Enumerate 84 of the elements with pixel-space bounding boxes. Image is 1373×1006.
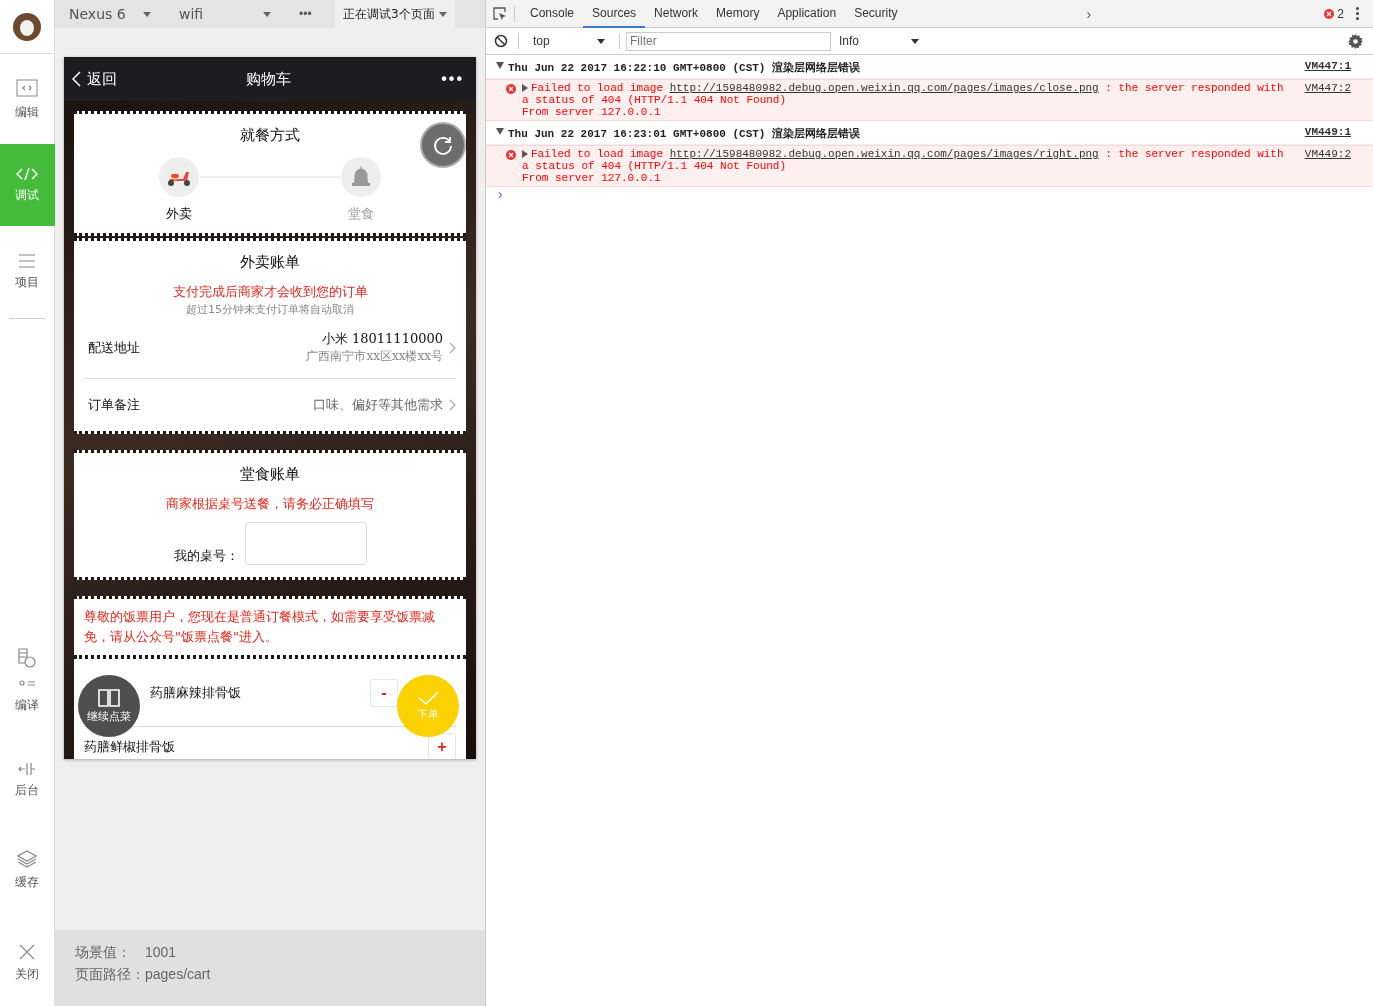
error-icon	[506, 150, 516, 160]
notice-text: 商家根据桌号送餐，请务必正确填写	[166, 495, 374, 513]
avatar[interactable]	[13, 12, 41, 41]
sidebar-item[interactable]: 后台	[0, 740, 55, 820]
collapsed-triangle-icon[interactable]	[522, 84, 528, 92]
error-text: Failed to load image http://1598480982.debug.open.weixin.qq.com/pages/images/close.png : the server responded with	[531, 82, 1284, 94]
chevron-right-icon	[449, 341, 456, 354]
path-label: 页面路径：	[75, 966, 145, 984]
dish-name: 药膳鲜椒排骨饭	[84, 738, 175, 756]
minus-button[interactable]: -	[370, 678, 398, 707]
plus-button[interactable]: +	[428, 733, 456, 759]
chevron-right-icon	[449, 399, 456, 411]
error-icon	[506, 84, 516, 94]
source-link[interactable]: VM449:2	[1304, 148, 1351, 184]
expanded-triangle-icon[interactable]	[496, 128, 504, 135]
menu-icon	[18, 253, 36, 268]
refresh-icon	[432, 134, 454, 156]
section-title: 外卖账单	[240, 253, 300, 272]
devtools-tab[interactable]: Console	[521, 0, 584, 28]
error-text: Failed to load image http://1598480982.debug.open.weixin.qq.com/pages/images/right.png : the server responded with	[531, 148, 1284, 160]
devtools-tab[interactable]: Network	[645, 0, 708, 28]
table-number-field[interactable]	[244, 522, 367, 565]
group-header: Thu Jun 22 2017 16:23:01 GMT+0800 (CST) 渲染层网络层错误	[507, 126, 862, 141]
voucher-notice: 尊敬的饭票用户，您现在是普通订餐模式，如需要享受饭票减免，请从公众号"饭票点餐"进入。	[84, 608, 436, 646]
level-select[interactable]: Info	[839, 34, 919, 48]
split-icon	[18, 761, 36, 776]
error-icon	[1324, 8, 1335, 19]
check-icon	[417, 690, 439, 706]
prompt-icon: ›	[486, 185, 515, 205]
error-count: 2	[1337, 6, 1344, 21]
url-link[interactable]: http://1598480982.debug.open.weixin.qq.com/pages/images/right.png	[669, 148, 1099, 160]
form-row[interactable]: 配送地址 小米 18011110000 广西南宁市xx区xx楼xx号	[84, 317, 456, 379]
back-button[interactable]: 返回	[72, 69, 117, 89]
error-text: a status of 404 (HTTP/1.1 404 Not Found)	[522, 160, 788, 172]
url-link[interactable]: http://1598480982.debug.open.weixin.qq.com/pages/images/close.png	[669, 82, 1099, 94]
section-title: 堂食账单	[240, 465, 300, 484]
error-text: From server 127.0.0.1	[522, 172, 662, 184]
sidebar-item[interactable]: 关闭	[0, 920, 55, 1006]
settings-icon[interactable]	[1348, 33, 1363, 49]
network-select[interactable]: wifi	[165, 6, 285, 22]
code-icon	[16, 166, 38, 181]
expanded-triangle-icon[interactable]	[496, 62, 504, 69]
clear-icon[interactable]	[494, 34, 508, 48]
refresh-button[interactable]	[420, 122, 466, 168]
source-link[interactable]: VM449:1	[1304, 126, 1351, 138]
error-text: From server 127.0.0.1	[522, 106, 662, 118]
table-number-label: 我的桌号：	[173, 547, 239, 565]
notice-text: 支付完成后商家才会收到您的订单	[172, 283, 368, 301]
layers-icon	[17, 849, 37, 868]
more-tabs-button[interactable]: ›	[1086, 5, 1092, 22]
bell-icon	[350, 165, 372, 189]
context-select[interactable]: top	[525, 34, 613, 48]
devtools-tab[interactable]: Security	[845, 0, 907, 28]
dish-name: 药膳麻辣排骨饭	[150, 683, 241, 702]
code-window-icon	[16, 77, 38, 98]
sidebar-item[interactable]: 缓存	[0, 820, 55, 920]
sidebar-item[interactable]: 编辑	[0, 54, 55, 144]
form-row[interactable]: 订单备注 口味、偏好等其他需求	[84, 379, 456, 431]
sidebar-item[interactable]: 项目	[0, 226, 55, 318]
error-text: a status of 404 (HTTP/1.1 404 Not Found)	[522, 94, 788, 106]
sidebar-item[interactable]: 编译	[0, 620, 55, 740]
scene-value: 1001	[145, 944, 177, 962]
source-link[interactable]: VM447:2	[1304, 82, 1351, 118]
more-button[interactable]: •••	[441, 70, 464, 88]
device-select[interactable]: Nexus 6	[55, 6, 165, 22]
close-icon	[19, 943, 35, 960]
filter-field[interactable]: Filter	[626, 31, 831, 51]
book-icon	[98, 688, 120, 708]
collapsed-triangle-icon[interactable]	[522, 150, 528, 158]
page-title: 购物车	[244, 69, 292, 89]
hint-text: 超过15分钟未支付订单将自动取消	[186, 302, 354, 317]
source-link[interactable]: VM447:1	[1304, 60, 1351, 72]
section-title: 就餐方式	[240, 126, 300, 145]
devtools-tab[interactable]: Memory	[707, 0, 769, 28]
debug-pages-select[interactable]: 正在调试3个页面	[335, 0, 455, 28]
chevron-left-icon	[72, 71, 81, 87]
group-header: Thu Jun 22 2017 16:22:10 GMT+0800 (CST) 渲染层网络层错误	[507, 60, 862, 75]
more-button[interactable]: •••	[285, 7, 335, 21]
kebab-menu-icon[interactable]	[1356, 7, 1359, 20]
scene-label: 场景值：	[75, 944, 132, 962]
devtools-tab[interactable]: Sources	[583, 0, 646, 28]
devtools-tab[interactable]: Application	[768, 0, 846, 28]
inspect-icon[interactable]	[492, 5, 508, 22]
path-value: pages/cart	[145, 966, 211, 984]
